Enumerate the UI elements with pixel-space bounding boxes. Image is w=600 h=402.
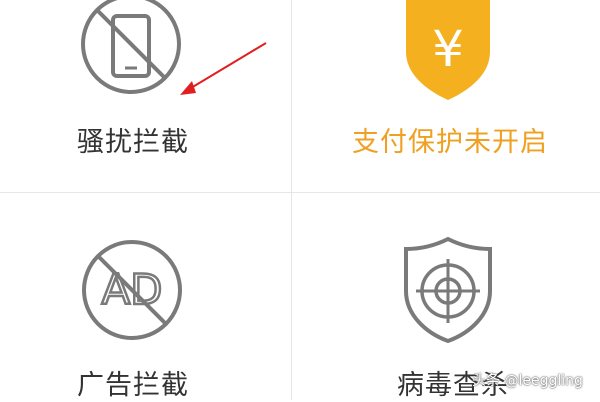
no-ad-icon: AD — [82, 240, 182, 340]
harassment-block-label: 骚扰拦截 — [77, 127, 189, 158]
security-feature-grid: 骚扰拦截 ¥ 支付保护未开启 AD 广告拦截 病毒查杀 — [0, 0, 600, 401]
ad-block-tile[interactable]: AD 广告拦截 — [0, 193, 291, 401]
virus-scan-tile[interactable]: 病毒查杀 — [292, 193, 600, 401]
no-phone-icon — [81, 0, 181, 94]
payment-protection-tile[interactable]: ¥ 支付保护未开启 — [292, 0, 600, 192]
ad-block-label: 广告拦截 — [77, 370, 189, 401]
annotation-arrow — [180, 42, 267, 95]
yuan-shield-icon: ¥ — [406, 0, 490, 100]
target-shield-icon — [404, 236, 492, 344]
watermark: 头条 @leeggling — [472, 373, 583, 389]
payment-protection-label: 支付保护未开启 — [352, 127, 548, 158]
yuan-symbol: ¥ — [432, 20, 464, 78]
